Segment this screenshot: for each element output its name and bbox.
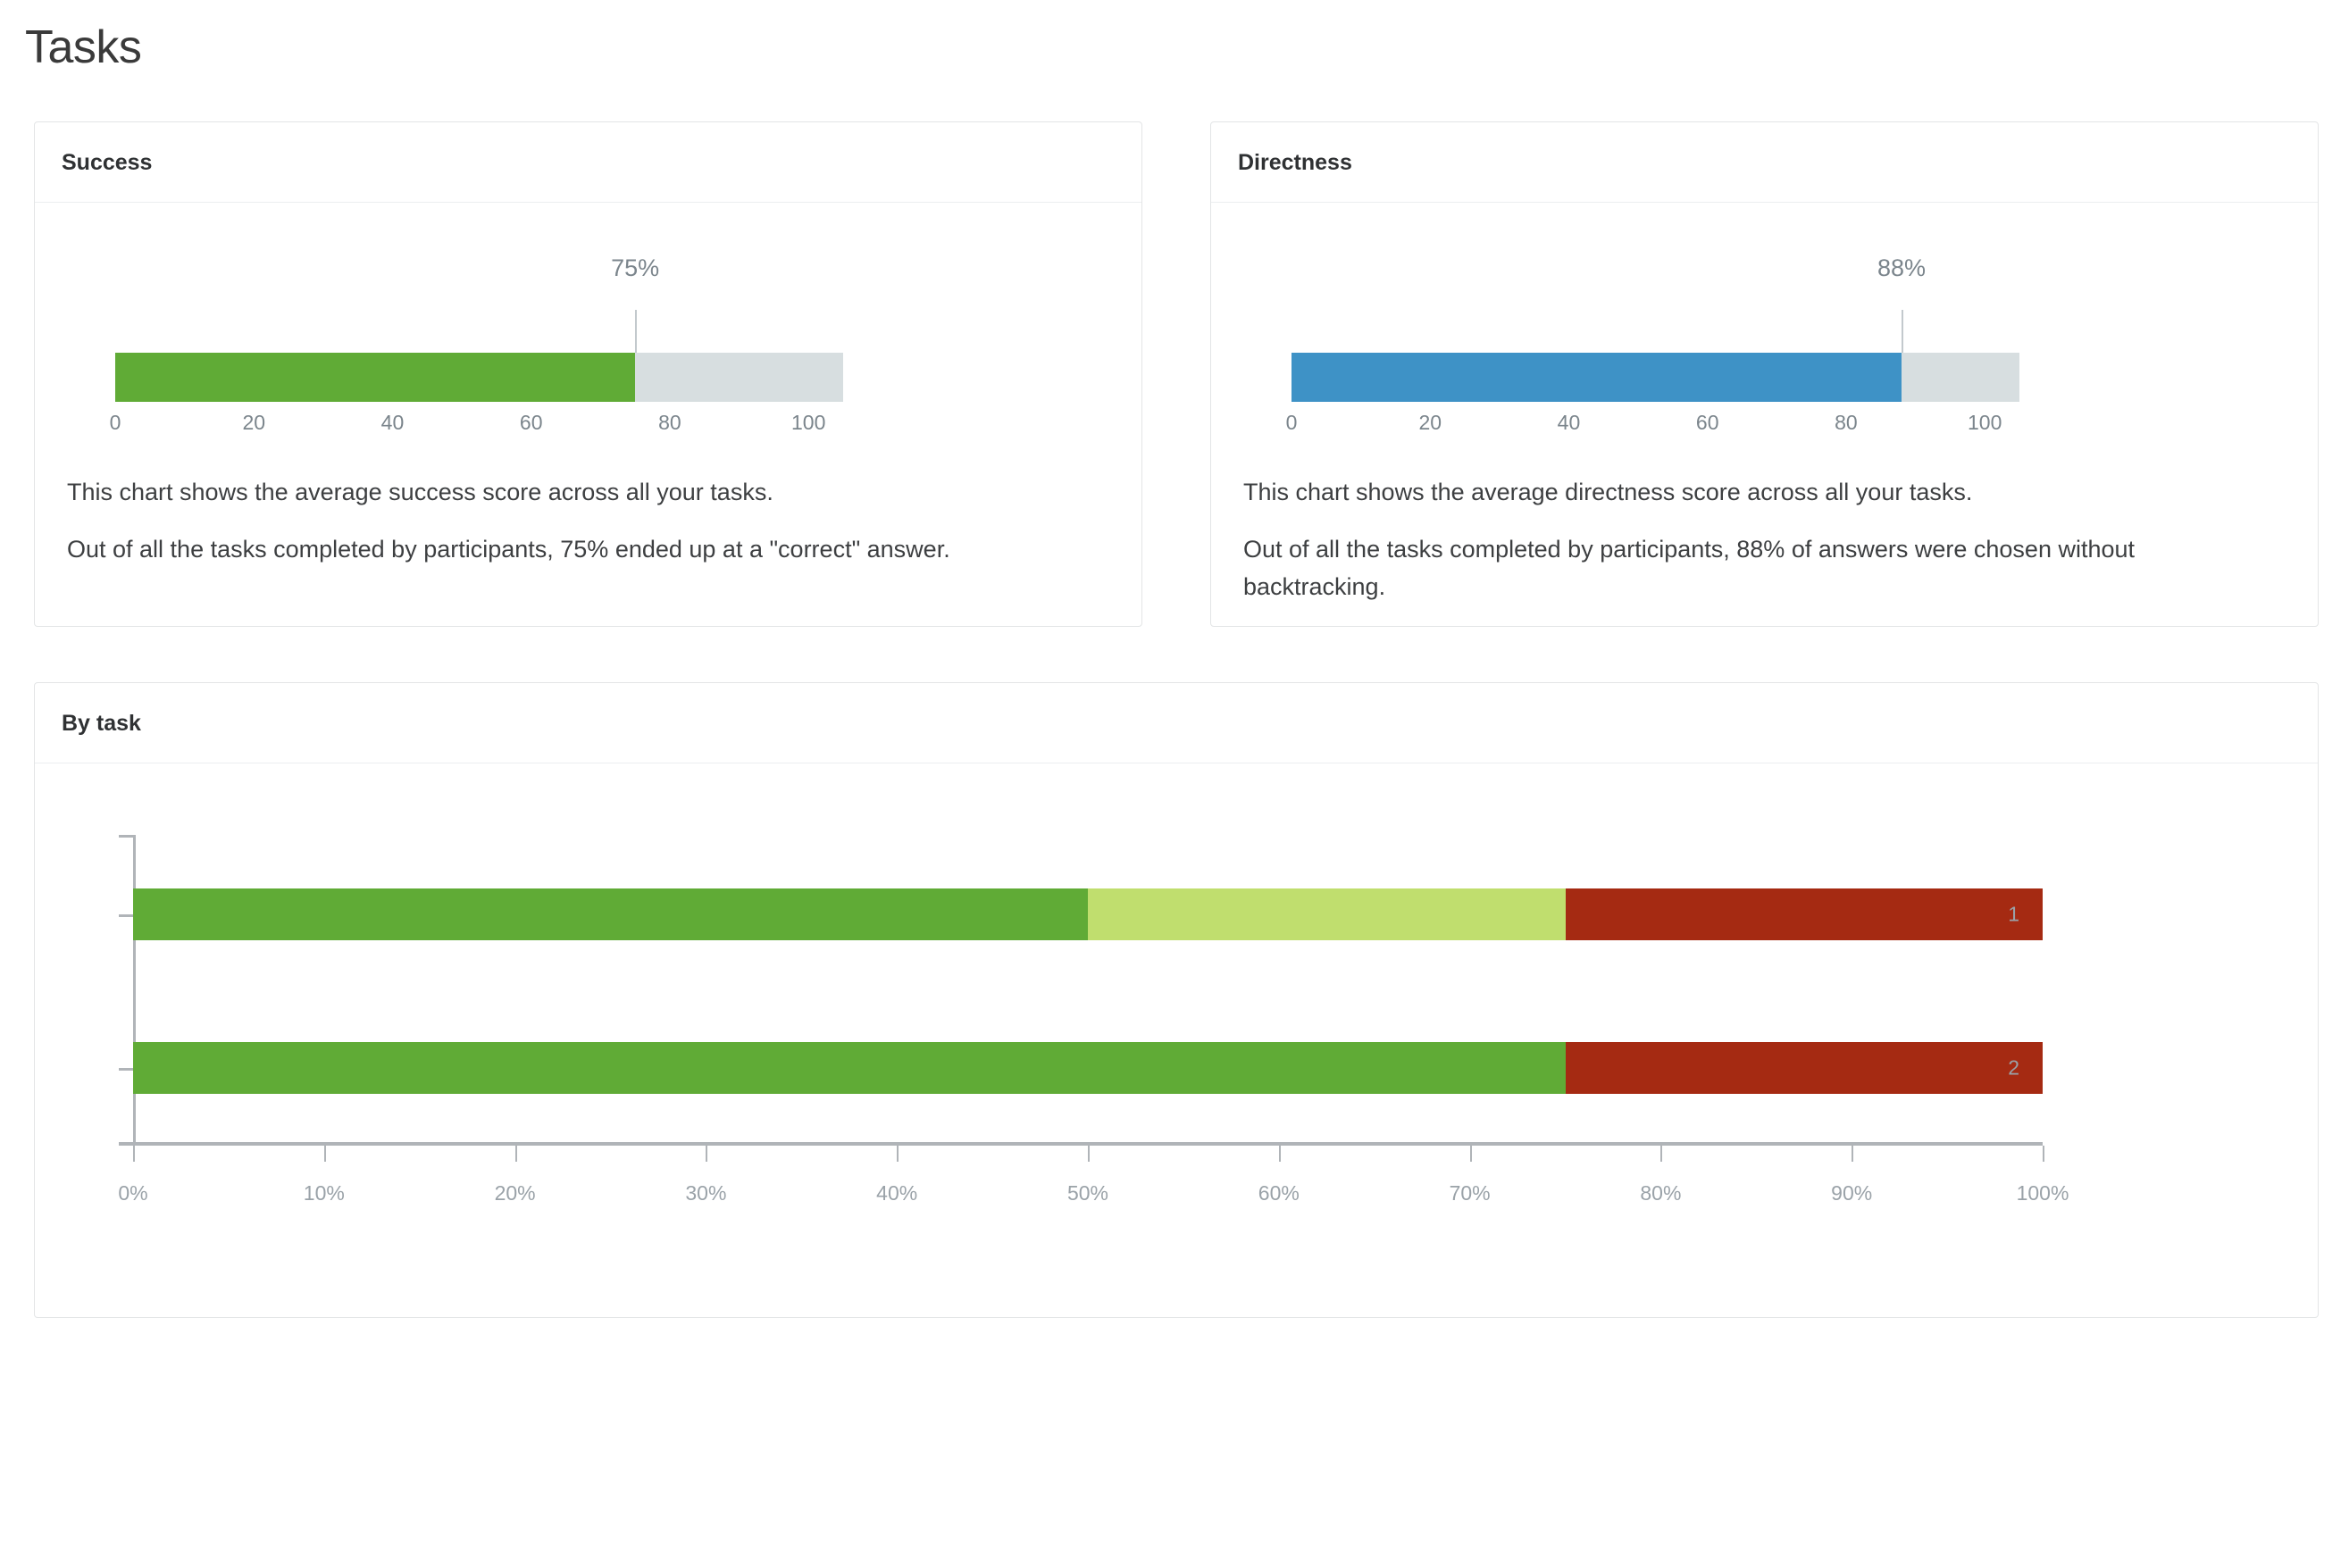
directness-card-title: Directness (1238, 150, 1352, 176)
gauge-tick-label: 20 (1418, 411, 1442, 435)
directness-description-1: This chart shows the average directness … (1243, 479, 1973, 506)
by-task-x-tick (2043, 1145, 2044, 1162)
directness-gauge-fill (1292, 353, 1902, 403)
directness-description-2: Out of all the tasks completed by partic… (1243, 536, 2136, 601)
by-task-x-tick (514, 1145, 517, 1162)
success-card-title: Success (62, 150, 153, 176)
by-task-y-axis (133, 834, 136, 1143)
by-task-chart: 1 2 0% 10% 20% 30% 40% 50% 60% 70% 80% 90% 100% (35, 763, 2318, 1317)
by-task-x-label: 60% (1258, 1180, 1300, 1205)
directness-gauge-axis: 0 20 40 60 80 100 (1286, 402, 2019, 438)
gauge-tick-label: 60 (519, 411, 543, 435)
by-task-x-label: 30% (685, 1180, 727, 1205)
gauge-tick-label: 40 (1557, 411, 1581, 435)
page-title: Tasks (25, 21, 142, 73)
success-card-header: Success (35, 122, 1141, 204)
by-task-card-header: By task (35, 683, 2318, 763)
by-task-x-tick (323, 1145, 326, 1162)
metric-cards-row: Success 75% 0 20 40 60 80 100 This chart show… (34, 121, 2319, 627)
task-bar-segment[interactable] (1565, 1041, 2043, 1094)
success-gauge-fill (115, 353, 636, 403)
gauge-tick-label: 80 (1835, 411, 1858, 435)
success-description-2: Out of all the tasks completed by partic… (67, 536, 950, 563)
task-bar-row[interactable] (133, 888, 2043, 940)
task-bar-row[interactable] (133, 1041, 2043, 1094)
gauge-tick-label: 60 (1695, 411, 1719, 435)
by-task-x-label: 80% (1640, 1180, 1682, 1205)
by-task-card: By task 1 2 0% 10% 20% 30% 40% 50% 60% 70% 80% 90% 1… (34, 681, 2319, 1318)
gauge-tick-label: 100 (791, 411, 826, 435)
success-card: Success 75% 0 20 40 60 80 100 This chart show… (34, 121, 1142, 627)
by-task-x-label: 90% (1831, 1180, 1873, 1205)
gauge-tick-label: 80 (658, 411, 681, 435)
directness-gauge-marker (1902, 310, 1904, 354)
directness-gauge-bar: 88% (1292, 254, 2019, 403)
by-task-y-tick (119, 1067, 133, 1071)
by-task-x-tick (1278, 1145, 1281, 1162)
success-card-body: 75% 0 20 40 60 80 100 This chart shows the av… (35, 206, 1141, 588)
gauge-tick-label: 0 (1285, 411, 1298, 435)
by-task-x-label: 20% (494, 1180, 536, 1205)
task-bar-segment[interactable] (133, 1041, 1566, 1094)
task-bar-segment[interactable] (1565, 888, 2043, 940)
directness-card: Directness 88% 0 20 40 60 80 100 This chart s… (1210, 121, 2319, 627)
gauge-tick-label: 20 (242, 411, 266, 435)
by-task-plot-area: 1 2 0% 10% 20% 30% 40% 50% 60% 70% 80% 90% 100% (118, 834, 2069, 1205)
by-task-x-tick (1852, 1145, 1854, 1162)
gauge-tick-label: 40 (380, 411, 405, 435)
by-task-card-title: By task (62, 710, 141, 736)
by-task-x-tick (897, 1145, 899, 1162)
by-task-y-axis-cap (119, 834, 133, 838)
by-task-x-label: 40% (876, 1180, 918, 1205)
by-task-x-tick (1660, 1145, 1663, 1162)
task-bar-segment[interactable] (1088, 888, 1566, 940)
success-description-1: This chart shows the average success sco… (67, 479, 773, 506)
by-task-y-tick (119, 913, 133, 917)
gauge-tick-label: 0 (109, 411, 121, 435)
by-task-card-body: 120%10%20%30%40%50%60%70%80%90%100% Dire… (35, 763, 2318, 1317)
by-task-x-label: 50% (1066, 1180, 1109, 1205)
by-task-x-label: 10% (303, 1180, 345, 1205)
directness-gauge-value-label: 88% (1877, 254, 1927, 282)
success-gauge-bar: 75% (115, 254, 843, 403)
by-task-x-tick (1088, 1145, 1090, 1162)
success-gauge-axis: 0 20 40 60 80 100 (110, 402, 843, 438)
gauge-tick-label: 100 (1968, 411, 2002, 435)
by-task-x-tick (1469, 1145, 1472, 1162)
task-bar-segment[interactable] (133, 888, 1088, 940)
by-task-x-label: 0% (118, 1180, 148, 1205)
by-task-y-label: 2 (2008, 1055, 2019, 1080)
by-task-x-label: 70% (1449, 1180, 1491, 1205)
by-task-x-label: 100% (2016, 1180, 2069, 1205)
directness-card-body: 88% 0 20 40 60 80 100 This chart shows the av… (1211, 206, 2318, 626)
success-gauge-chart: 75% 0 20 40 60 80 100 (62, 206, 1115, 474)
success-gauge-marker (635, 310, 638, 354)
by-task-y-label: 1 (2008, 902, 2019, 926)
by-task-x-tick (133, 1145, 135, 1162)
tasks-page: Tasks Success 75% 0 20 40 60 80 100 This char… (0, 0, 2349, 1568)
directness-gauge-chart: 88% 0 20 40 60 80 100 (1238, 206, 2291, 474)
by-task-x-tick (706, 1145, 708, 1162)
by-task-x-axis (119, 1141, 2043, 1146)
success-gauge-value-label: 75% (611, 254, 660, 282)
directness-card-header: Directness (1211, 122, 2318, 204)
